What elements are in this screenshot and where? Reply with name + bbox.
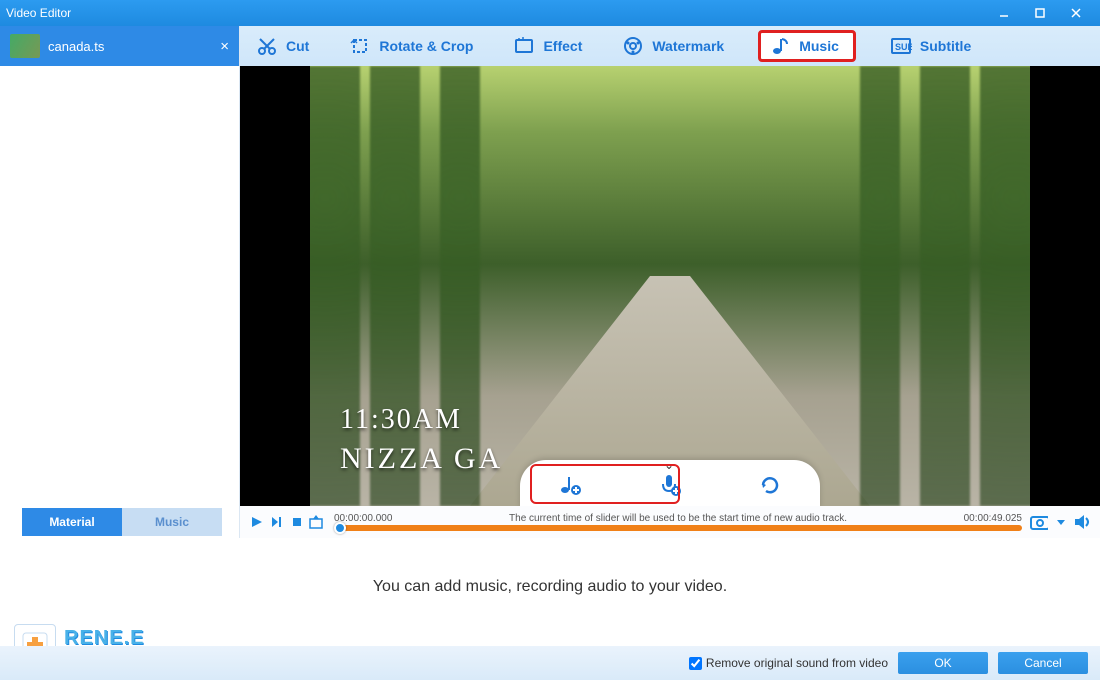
footer: Remove original sound from video OK Canc… [0, 646, 1100, 680]
video-frame: 11:30AM NIZZA GA ⌄ [310, 66, 1030, 506]
minimize-button[interactable] [986, 4, 1022, 22]
bottom-panel: You can add music, recording audio to yo… [0, 538, 1100, 680]
export-frame-button[interactable] [308, 513, 326, 531]
timeline: 00:00:00.000 The current time of slider … [240, 506, 1100, 538]
time-end: 00:00:49.025 [964, 513, 1022, 524]
refresh-audio-button[interactable] [750, 465, 790, 505]
tool-cut-label: Cut [286, 38, 309, 54]
timeline-help: The current time of slider will be used … [392, 513, 963, 524]
tool-music-label: Music [799, 38, 839, 54]
tool-effect[interactable]: Effect [507, 31, 588, 61]
file-close-icon[interactable]: × [220, 38, 229, 55]
file-name: canada.ts [48, 39, 104, 54]
toolbar: Cut Rotate & Crop Effect Watermark Music… [240, 26, 1100, 66]
file-tab[interactable]: canada.ts × [0, 26, 239, 66]
sidebar-tab-material[interactable]: Material [22, 508, 122, 536]
tool-cut[interactable]: Cut [250, 31, 315, 61]
tool-effect-label: Effect [543, 38, 582, 54]
title-bar: Video Editor [0, 0, 1100, 26]
svg-text:SUB: SUB [895, 42, 912, 52]
timeline-slider[interactable] [334, 525, 1022, 531]
tool-subtitle[interactable]: SUB Subtitle [884, 31, 977, 61]
step-button[interactable] [268, 513, 286, 531]
remove-sound-label: Remove original sound from video [706, 656, 888, 670]
overlay-place: NIZZA GA [340, 442, 503, 476]
music-note-icon [769, 35, 791, 57]
ok-button[interactable]: OK [898, 652, 988, 674]
window-title: Video Editor [6, 6, 71, 20]
sidebar: canada.ts × Material Music [0, 26, 240, 538]
volume-button[interactable] [1074, 513, 1092, 531]
snapshot-button[interactable] [1030, 513, 1048, 531]
tool-rotate-label: Rotate & Crop [379, 38, 473, 54]
refresh-icon [758, 473, 782, 497]
cancel-button[interactable]: Cancel [998, 652, 1088, 674]
crop-icon [349, 35, 371, 57]
close-button[interactable] [1058, 4, 1094, 22]
snapshot-menu-button[interactable] [1052, 513, 1070, 531]
bottom-message: You can add music, recording audio to yo… [0, 578, 1100, 596]
file-thumbnail [10, 34, 40, 58]
video-preview: 11:30AM NIZZA GA ⌄ [240, 66, 1100, 506]
tool-rotate-crop[interactable]: Rotate & Crop [343, 31, 479, 61]
tool-watermark-label: Watermark [652, 38, 724, 54]
maximize-button[interactable] [1022, 4, 1058, 22]
highlight-box [530, 464, 680, 504]
tool-music[interactable]: Music [758, 30, 856, 62]
audio-dock: ⌄ [520, 460, 820, 506]
effect-icon [513, 35, 535, 57]
tool-subtitle-label: Subtitle [920, 38, 971, 54]
subtitle-icon: SUB [890, 35, 912, 57]
remove-sound-checkbox[interactable]: Remove original sound from video [689, 656, 888, 670]
stop-button[interactable] [288, 513, 306, 531]
play-button[interactable] [248, 513, 266, 531]
slider-handle[interactable] [334, 522, 346, 534]
sidebar-tab-music[interactable]: Music [122, 508, 222, 536]
tool-watermark[interactable]: Watermark [616, 31, 730, 61]
remove-sound-input[interactable] [689, 657, 702, 670]
overlay-time: 11:30AM [340, 404, 462, 436]
scissors-icon [256, 35, 278, 57]
watermark-icon [622, 35, 644, 57]
